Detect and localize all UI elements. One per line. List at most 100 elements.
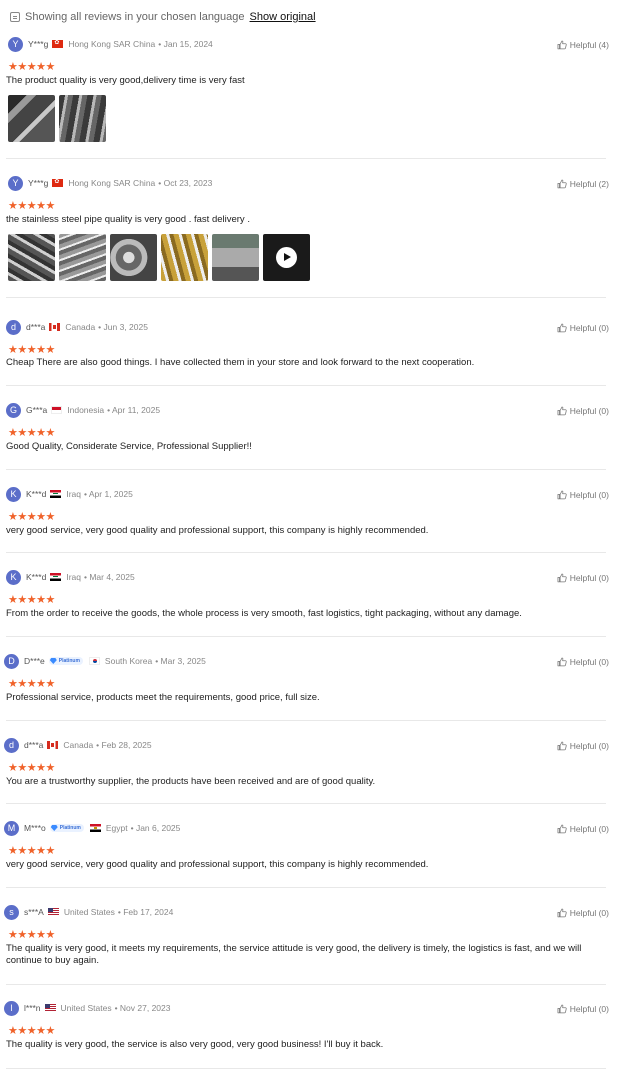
helpful-count: Helpful (0) [569,1004,609,1014]
helpful-count: Helpful (0) [569,741,609,751]
helpful-count: Helpful (0) [569,908,609,918]
review-meta: d d***a Canada • Jun 3, 2025 [6,319,148,335]
reviewer-name: D***e [24,656,45,666]
helpful-button[interactable]: Helpful (0) [557,906,609,920]
badge-label: Platinum [58,658,80,664]
review-meta: K K***d Iraq • Apr 1, 2025 [6,486,133,502]
platinum-badge: Platinum [49,824,84,832]
country-flag-icon [44,1004,56,1012]
badge-label: Platinum [59,825,81,831]
review-meta: d d***a Canada • Feb 28, 2025 [4,737,152,753]
review-date: • Apr 1, 2025 [83,489,133,499]
review-photo-thumbnail[interactable] [212,234,259,281]
reviewer-country: Canada [63,740,94,750]
review-photo-thumbnail[interactable] [59,234,106,281]
reviewer-country: Indonesia [67,405,105,415]
country-flag-icon [47,908,59,916]
review-text: The quality is very good, it meets my re… [6,943,582,966]
review-photo-thumbnail[interactable] [8,95,55,142]
star-rating: ★★★★★ [8,344,55,356]
reviewer-country: Iraq [66,572,81,582]
avatar: D [4,653,19,669]
review-date: • Jun 3, 2025 [98,322,148,332]
thumbs-up-icon [557,179,567,189]
avatar: l [4,1000,19,1016]
divider [6,385,606,386]
divider [6,720,606,721]
helpful-count: Helpful (4) [569,40,609,50]
country-flag-icon [89,824,101,832]
avatar: d [4,737,19,753]
helpful-button[interactable]: Helpful (0) [557,488,609,502]
divider [6,552,606,553]
helpful-count: Helpful (0) [569,657,609,667]
review-meta: Y Y***g Hong Kong SAR China • Oct 23, 20… [8,175,212,191]
reviewer-country: Hong Kong SAR China [68,39,156,49]
reviews-page: Showing all reviews in your chosen langu… [0,0,632,1086]
review-text: The quality is very good, the service is… [6,1039,384,1050]
review-photo-thumbnail[interactable] [59,95,106,142]
helpful-button[interactable]: Helpful (0) [557,321,609,335]
thumbs-up-icon [557,908,567,918]
thumbs-up-icon [557,824,567,834]
review-meta: l l***n United States • Nov 27, 2023 [4,1000,170,1016]
reviewer-name: G***a [26,405,48,415]
reviewer-country: Hong Kong SAR China [68,178,156,188]
helpful-count: Helpful (0) [569,323,609,333]
review-text: You are a trustworthy supplier, the prod… [6,776,376,787]
reviewer-name: Y***g [28,178,49,188]
country-flag-icon [50,573,62,581]
review-date: • Jan 15, 2024 [158,39,213,49]
reviewer-country: United States [63,907,115,917]
helpful-button[interactable]: Helpful (2) [557,177,609,191]
star-rating: ★★★★★ [8,678,55,690]
country-flag-icon [52,40,64,48]
reviewer-name: K***d [26,572,47,582]
reviewer-name: M***o [24,823,46,833]
play-icon [276,247,297,268]
helpful-button[interactable]: Helpful (0) [557,822,609,836]
review-media [8,234,310,281]
review-text: From the order to receive the goods, the… [6,608,522,619]
review-date: • Oct 23, 2023 [158,178,213,188]
reviewer-name: Y***g [28,39,49,49]
review-photo-thumbnail[interactable] [8,234,55,281]
review-video-thumbnail[interactable] [263,234,310,281]
country-flag-icon [51,406,63,414]
helpful-button[interactable]: Helpful (0) [557,571,609,585]
reviewer-name: l***n [24,1003,41,1013]
thumbs-up-icon [557,40,567,50]
thumbs-up-icon [557,406,567,416]
reviewer-name: K***d [26,489,47,499]
divider [6,1068,606,1069]
divider [6,636,606,637]
helpful-button[interactable]: Helpful (4) [557,38,609,52]
diamond-icon [50,825,58,831]
review-photo-thumbnail[interactable] [161,234,208,281]
divider [6,803,606,804]
review-text: very good service, very good quality and… [6,859,429,870]
avatar: K [6,569,21,585]
translate-icon [10,12,20,22]
review-photo-thumbnail[interactable] [110,234,157,281]
reviewer-country: Iraq [66,489,81,499]
helpful-button[interactable]: Helpful (0) [557,404,609,418]
country-flag-icon [50,490,62,498]
review-media [8,95,106,142]
country-flag-icon [47,741,59,749]
helpful-count: Helpful (0) [569,406,609,416]
review-text: Good Quality, Considerate Service, Profe… [6,441,252,452]
reviewer-country: South Korea [104,656,153,666]
reviewer-name: d***a [26,322,46,332]
review-date: • Jan 6, 2025 [130,823,181,833]
helpful-button[interactable]: Helpful (0) [557,1002,609,1016]
thumbs-up-icon [557,657,567,667]
helpful-button[interactable]: Helpful (0) [557,739,609,753]
divider [6,297,606,298]
country-flag-icon [52,179,64,187]
show-original-link[interactable]: Show original [250,11,316,23]
helpful-button[interactable]: Helpful (0) [557,655,609,669]
reviewer-name: d***a [24,740,44,750]
review-meta: G G***a Indonesia • Apr 11, 2025 [6,402,160,418]
helpful-count: Helpful (0) [569,824,609,834]
